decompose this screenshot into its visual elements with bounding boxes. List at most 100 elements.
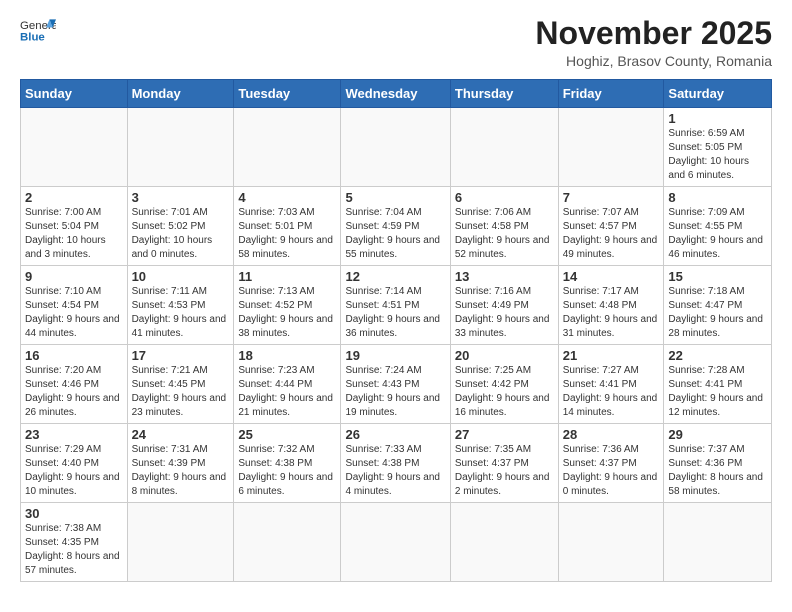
calendar-day-cell [664,503,772,582]
day-info: Sunrise: 7:01 AM Sunset: 5:02 PM Dayligh… [132,206,230,262]
day-number: 27 [455,427,554,442]
day-number: 19 [345,348,445,363]
day-info: Sunrise: 7:38 AM Sunset: 4:35 PM Dayligh… [25,522,123,578]
day-info: Sunrise: 7:17 AM Sunset: 4:48 PM Dayligh… [563,285,660,341]
day-number: 17 [132,348,230,363]
calendar-day-cell: 22Sunrise: 7:28 AM Sunset: 4:41 PM Dayli… [664,345,772,424]
calendar-day-header: Wednesday [341,80,450,108]
calendar-day-cell: 24Sunrise: 7:31 AM Sunset: 4:39 PM Dayli… [127,424,234,503]
day-number: 1 [668,111,767,126]
calendar-day-header: Tuesday [234,80,341,108]
day-info: Sunrise: 7:11 AM Sunset: 4:53 PM Dayligh… [132,285,230,341]
day-info: Sunrise: 7:24 AM Sunset: 4:43 PM Dayligh… [345,364,445,420]
calendar-day-cell [341,503,450,582]
day-number: 22 [668,348,767,363]
calendar-day-header: Thursday [450,80,558,108]
day-info: Sunrise: 7:16 AM Sunset: 4:49 PM Dayligh… [455,285,554,341]
calendar-day-cell: 5Sunrise: 7:04 AM Sunset: 4:59 PM Daylig… [341,187,450,266]
day-number: 6 [455,190,554,205]
calendar-day-cell: 1Sunrise: 6:59 AM Sunset: 5:05 PM Daylig… [664,108,772,187]
header: General Blue November 2025 Hoghiz, Braso… [20,16,772,69]
calendar-day-cell: 15Sunrise: 7:18 AM Sunset: 4:47 PM Dayli… [664,266,772,345]
month-title: November 2025 [535,16,772,51]
day-info: Sunrise: 7:27 AM Sunset: 4:41 PM Dayligh… [563,364,660,420]
calendar-day-cell: 10Sunrise: 7:11 AM Sunset: 4:53 PM Dayli… [127,266,234,345]
day-number: 29 [668,427,767,442]
day-number: 16 [25,348,123,363]
day-info: Sunrise: 7:10 AM Sunset: 4:54 PM Dayligh… [25,285,123,341]
day-number: 8 [668,190,767,205]
day-number: 24 [132,427,230,442]
calendar-day-cell: 14Sunrise: 7:17 AM Sunset: 4:48 PM Dayli… [558,266,664,345]
generalblue-logo-icon: General Blue [20,16,56,44]
calendar-day-cell: 19Sunrise: 7:24 AM Sunset: 4:43 PM Dayli… [341,345,450,424]
day-number: 30 [25,506,123,521]
calendar-day-cell: 3Sunrise: 7:01 AM Sunset: 5:02 PM Daylig… [127,187,234,266]
day-info: Sunrise: 7:00 AM Sunset: 5:04 PM Dayligh… [25,206,123,262]
day-number: 23 [25,427,123,442]
day-info: Sunrise: 7:13 AM Sunset: 4:52 PM Dayligh… [238,285,336,341]
calendar-week-row: 23Sunrise: 7:29 AM Sunset: 4:40 PM Dayli… [21,424,772,503]
calendar-week-row: 1Sunrise: 6:59 AM Sunset: 5:05 PM Daylig… [21,108,772,187]
calendar-day-cell: 29Sunrise: 7:37 AM Sunset: 4:36 PM Dayli… [664,424,772,503]
day-info: Sunrise: 7:32 AM Sunset: 4:38 PM Dayligh… [238,443,336,499]
day-number: 12 [345,269,445,284]
day-number: 26 [345,427,445,442]
calendar-day-cell [558,503,664,582]
day-info: Sunrise: 7:28 AM Sunset: 4:41 PM Dayligh… [668,364,767,420]
calendar-day-cell: 20Sunrise: 7:25 AM Sunset: 4:42 PM Dayli… [450,345,558,424]
calendar-day-header: Saturday [664,80,772,108]
calendar-day-cell [21,108,128,187]
day-number: 14 [563,269,660,284]
calendar-day-cell: 6Sunrise: 7:06 AM Sunset: 4:58 PM Daylig… [450,187,558,266]
day-info: Sunrise: 6:59 AM Sunset: 5:05 PM Dayligh… [668,127,767,183]
day-number: 25 [238,427,336,442]
day-number: 9 [25,269,123,284]
day-info: Sunrise: 7:06 AM Sunset: 4:58 PM Dayligh… [455,206,554,262]
day-number: 2 [25,190,123,205]
day-number: 28 [563,427,660,442]
day-info: Sunrise: 7:35 AM Sunset: 4:37 PM Dayligh… [455,443,554,499]
calendar-day-cell: 16Sunrise: 7:20 AM Sunset: 4:46 PM Dayli… [21,345,128,424]
calendar-day-cell: 4Sunrise: 7:03 AM Sunset: 5:01 PM Daylig… [234,187,341,266]
calendar-day-cell [234,108,341,187]
calendar-header-row: SundayMondayTuesdayWednesdayThursdayFrid… [21,80,772,108]
calendar-day-cell: 8Sunrise: 7:09 AM Sunset: 4:55 PM Daylig… [664,187,772,266]
calendar-day-cell [341,108,450,187]
calendar-week-row: 2Sunrise: 7:00 AM Sunset: 5:04 PM Daylig… [21,187,772,266]
calendar-day-header: Sunday [21,80,128,108]
calendar-day-cell: 30Sunrise: 7:38 AM Sunset: 4:35 PM Dayli… [21,503,128,582]
calendar-week-row: 16Sunrise: 7:20 AM Sunset: 4:46 PM Dayli… [21,345,772,424]
calendar-day-cell: 28Sunrise: 7:36 AM Sunset: 4:37 PM Dayli… [558,424,664,503]
day-number: 4 [238,190,336,205]
page: General Blue November 2025 Hoghiz, Braso… [0,0,792,592]
day-number: 11 [238,269,336,284]
calendar-day-cell: 7Sunrise: 7:07 AM Sunset: 4:57 PM Daylig… [558,187,664,266]
day-info: Sunrise: 7:36 AM Sunset: 4:37 PM Dayligh… [563,443,660,499]
calendar-day-cell: 21Sunrise: 7:27 AM Sunset: 4:41 PM Dayli… [558,345,664,424]
day-number: 10 [132,269,230,284]
calendar-day-cell: 2Sunrise: 7:00 AM Sunset: 5:04 PM Daylig… [21,187,128,266]
day-number: 21 [563,348,660,363]
calendar-day-cell [234,503,341,582]
day-info: Sunrise: 7:14 AM Sunset: 4:51 PM Dayligh… [345,285,445,341]
day-info: Sunrise: 7:20 AM Sunset: 4:46 PM Dayligh… [25,364,123,420]
calendar-day-cell: 9Sunrise: 7:10 AM Sunset: 4:54 PM Daylig… [21,266,128,345]
calendar-table: SundayMondayTuesdayWednesdayThursdayFrid… [20,79,772,582]
calendar-day-cell [450,108,558,187]
day-info: Sunrise: 7:21 AM Sunset: 4:45 PM Dayligh… [132,364,230,420]
day-info: Sunrise: 7:18 AM Sunset: 4:47 PM Dayligh… [668,285,767,341]
day-number: 20 [455,348,554,363]
calendar-week-row: 30Sunrise: 7:38 AM Sunset: 4:35 PM Dayli… [21,503,772,582]
calendar-day-cell: 17Sunrise: 7:21 AM Sunset: 4:45 PM Dayli… [127,345,234,424]
calendar-day-cell: 27Sunrise: 7:35 AM Sunset: 4:37 PM Dayli… [450,424,558,503]
calendar-day-cell: 18Sunrise: 7:23 AM Sunset: 4:44 PM Dayli… [234,345,341,424]
day-info: Sunrise: 7:07 AM Sunset: 4:57 PM Dayligh… [563,206,660,262]
calendar-day-cell [127,503,234,582]
day-info: Sunrise: 7:23 AM Sunset: 4:44 PM Dayligh… [238,364,336,420]
logo: General Blue [20,16,56,44]
day-number: 15 [668,269,767,284]
calendar-day-header: Monday [127,80,234,108]
day-number: 3 [132,190,230,205]
title-block: November 2025 Hoghiz, Brasov County, Rom… [535,16,772,69]
